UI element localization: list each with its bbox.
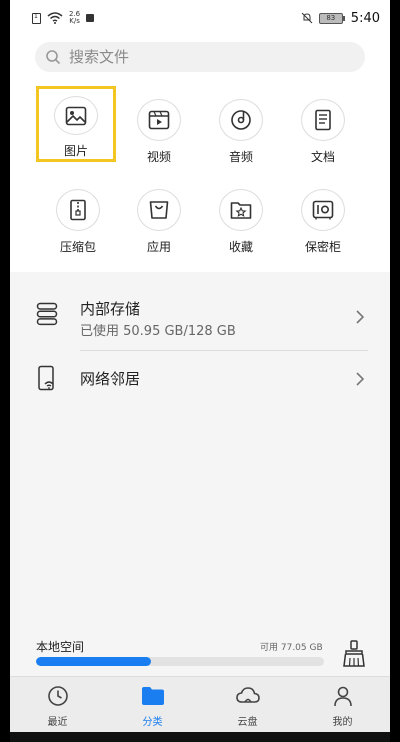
tab-recent[interactable]: 最近 bbox=[10, 677, 105, 732]
internal-storage-usage: 已使用 50.95 GB/128 GB bbox=[80, 324, 236, 339]
tab-label: 我的 bbox=[332, 717, 353, 728]
category-favorites[interactable]: 收藏 bbox=[201, 179, 281, 255]
status-bar: 2.6 K/s 83 5:40 bbox=[10, 0, 390, 36]
video-icon bbox=[137, 99, 181, 141]
chevron-right-icon bbox=[356, 309, 365, 328]
category-label: 压缩包 bbox=[59, 240, 96, 254]
search-icon bbox=[45, 49, 61, 65]
document-icon bbox=[301, 99, 345, 141]
category-label: 视频 bbox=[146, 150, 171, 164]
category-safe[interactable]: 保密柜 bbox=[283, 179, 363, 255]
phone-screen: 2.6 K/s 83 5:40 bbox=[10, 0, 390, 742]
category-label: 音频 bbox=[228, 150, 253, 164]
app-bag-icon bbox=[137, 189, 181, 231]
search-input[interactable] bbox=[69, 48, 329, 66]
free-space-label: 可用 77.05 GB bbox=[260, 643, 323, 653]
internal-storage-item[interactable]: 内部存储 已使用 50.95 GB/128 GB bbox=[10, 292, 390, 348]
tab-label: 最近 bbox=[47, 717, 68, 728]
battery-indicator: 83 bbox=[318, 12, 345, 24]
notification-square-icon bbox=[86, 14, 95, 22]
storage-progress-fill bbox=[36, 657, 151, 666]
category-label: 文档 bbox=[310, 150, 335, 164]
tab-cloud[interactable]: 云盘 bbox=[200, 677, 295, 732]
sim-card-icon bbox=[32, 12, 41, 24]
tab-label: 云盘 bbox=[237, 717, 258, 728]
category-audio[interactable]: 音频 bbox=[201, 89, 281, 165]
cloud-icon bbox=[235, 685, 261, 711]
safe-icon bbox=[301, 189, 345, 231]
bell-muted-icon bbox=[301, 12, 313, 24]
status-time: 5:40 bbox=[350, 10, 380, 26]
category-panel: 图片 视频 音频 文档 压缩包 bbox=[10, 36, 390, 272]
person-icon bbox=[332, 685, 354, 711]
search-bar[interactable] bbox=[35, 42, 365, 72]
category-label: 应用 bbox=[146, 240, 171, 254]
bottom-navigation: 最近 分类 云盘 我的 bbox=[10, 676, 390, 732]
music-icon bbox=[219, 99, 263, 141]
network-neighborhood-title: 网络邻居 bbox=[80, 370, 141, 388]
list-divider bbox=[80, 350, 368, 351]
category-images[interactable]: 图片 bbox=[36, 86, 116, 162]
star-folder-icon bbox=[219, 189, 263, 231]
local-space-label: 本地空间 bbox=[36, 640, 85, 654]
folder-icon bbox=[141, 685, 165, 711]
category-videos[interactable]: 视频 bbox=[119, 89, 199, 165]
clock-icon bbox=[47, 685, 69, 711]
category-apps[interactable]: 应用 bbox=[119, 179, 199, 255]
wifi-icon bbox=[47, 12, 63, 24]
category-documents[interactable]: 文档 bbox=[283, 89, 363, 165]
phone-wifi-icon bbox=[36, 365, 58, 395]
category-label: 图片 bbox=[63, 144, 88, 158]
storage-disk-icon bbox=[36, 302, 58, 330]
network-speed: 2.6 K/s bbox=[69, 10, 81, 25]
system-gesture-bar bbox=[10, 732, 390, 742]
cleanup-broom-icon[interactable] bbox=[342, 640, 366, 668]
battery-level: 83 bbox=[318, 12, 343, 24]
category-label: 收藏 bbox=[228, 240, 253, 254]
tab-categories[interactable]: 分类 bbox=[105, 677, 200, 732]
internal-storage-title: 内部存储 bbox=[80, 300, 141, 318]
chevron-right-icon bbox=[356, 371, 365, 390]
category-archives[interactable]: 压缩包 bbox=[38, 179, 118, 255]
tab-mine[interactable]: 我的 bbox=[295, 677, 390, 732]
tab-label: 分类 bbox=[142, 717, 163, 728]
category-label: 保密柜 bbox=[304, 240, 341, 254]
network-neighborhood-item[interactable]: 网络邻居 bbox=[10, 358, 390, 398]
image-icon bbox=[54, 96, 98, 135]
storage-progress-bar bbox=[36, 657, 324, 666]
archive-icon bbox=[56, 189, 100, 231]
